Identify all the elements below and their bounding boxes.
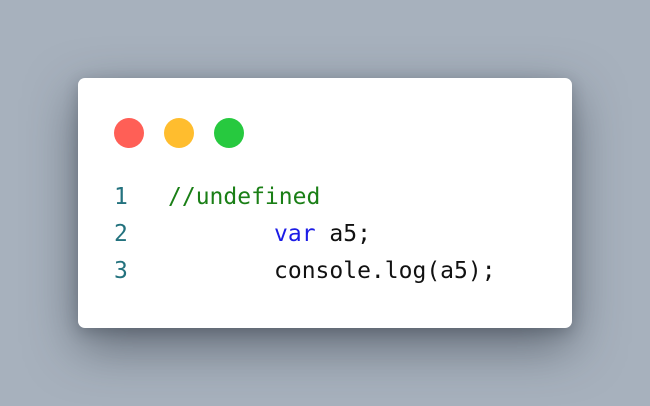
code-text: a5; (315, 221, 371, 247)
comment-token: //undefined (168, 184, 321, 210)
code-block: 1 //undefined 2 var a5; 3 console.log(a5… (114, 179, 496, 290)
line-number: 1 (114, 184, 128, 210)
window-controls (114, 118, 244, 148)
line-number: 2 (114, 221, 128, 247)
minimize-button[interactable] (164, 118, 194, 148)
code-line: 3 console.log(a5); (114, 253, 496, 290)
code-text: console.log(a5); (274, 258, 496, 284)
close-button[interactable] (114, 118, 144, 148)
code-line: 1 //undefined (114, 179, 496, 216)
line-number: 3 (114, 258, 128, 284)
keyword-token: var (274, 221, 316, 247)
code-line: 2 var a5; (114, 216, 496, 253)
maximize-button[interactable] (214, 118, 244, 148)
code-window: 1 //undefined 2 var a5; 3 console.log(a5… (78, 78, 572, 328)
